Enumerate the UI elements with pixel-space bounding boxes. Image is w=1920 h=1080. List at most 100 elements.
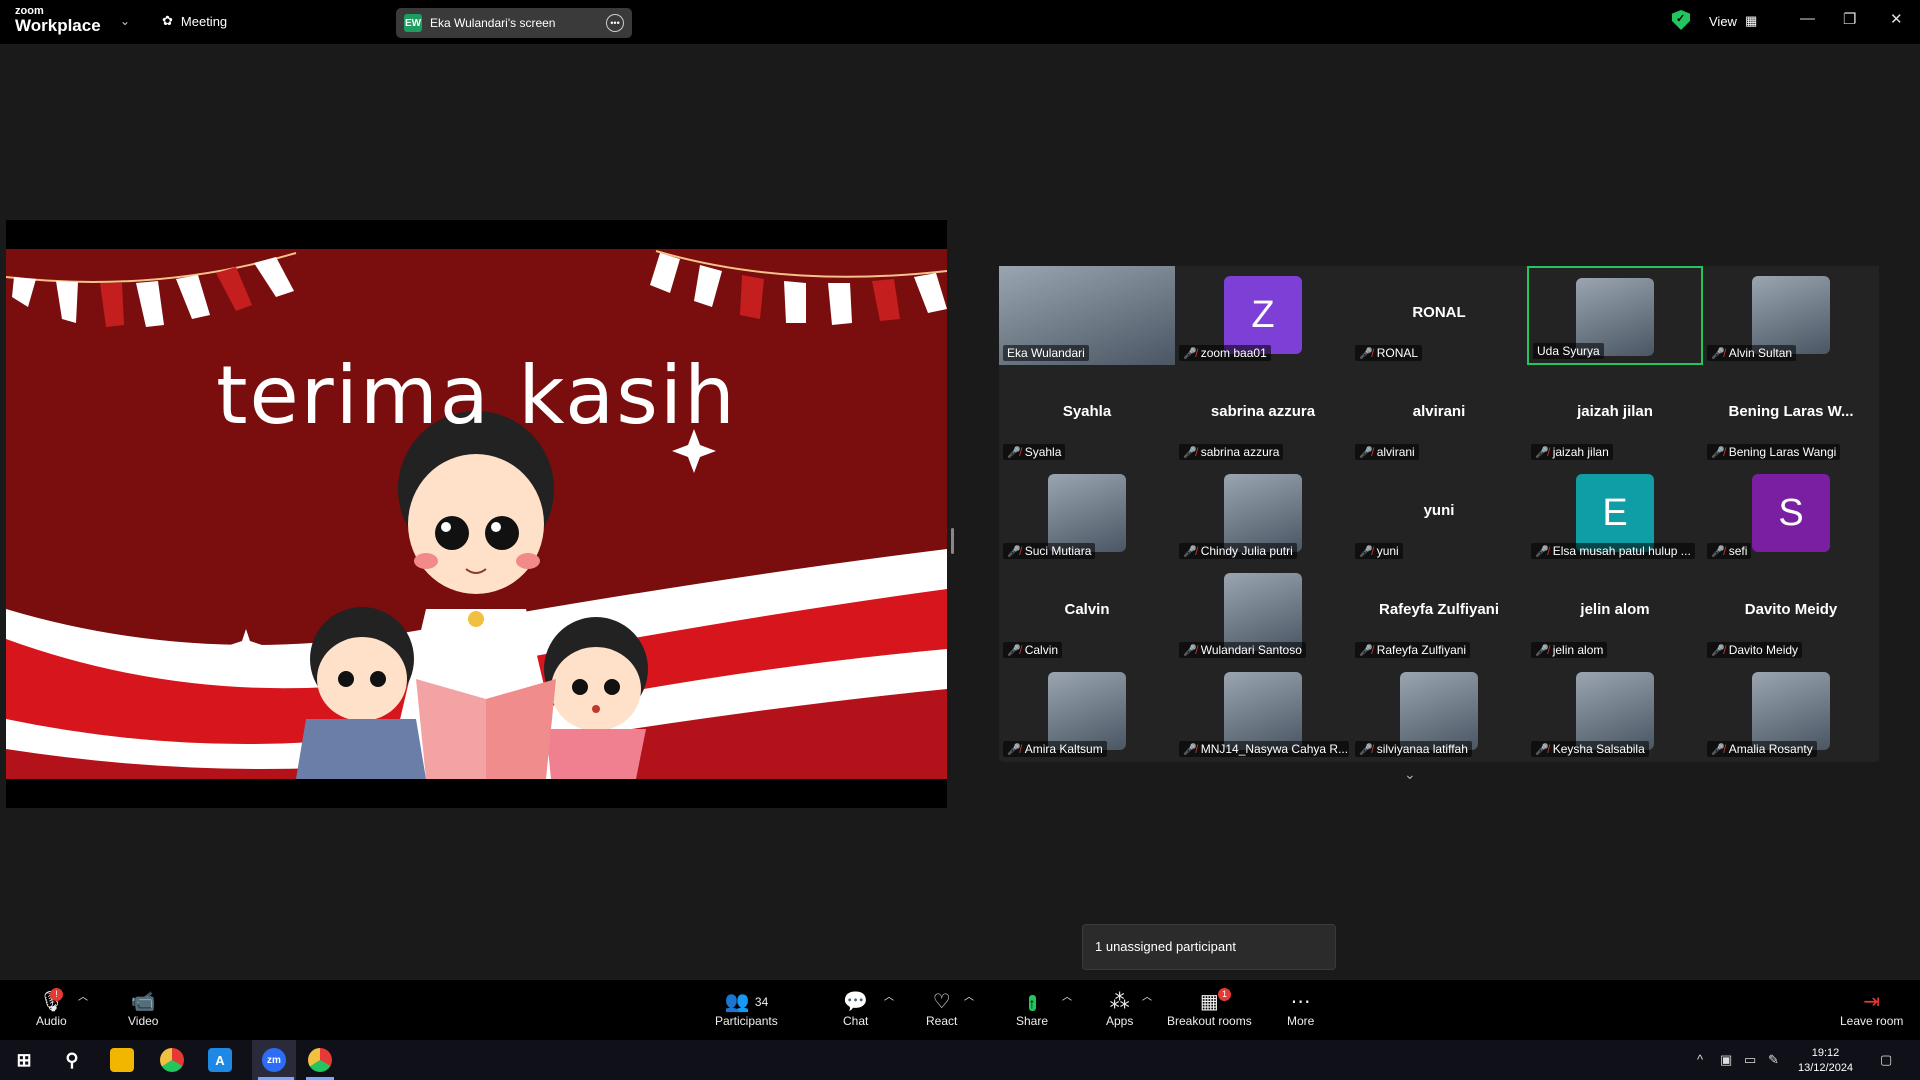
participant-name-label: 🎤̸ silviyanaa latiffah: [1355, 741, 1472, 757]
participant-video: [1224, 474, 1302, 552]
slide-title: terima kasih: [216, 349, 737, 442]
participant-tile[interactable]: yuni 🎤̸ yuni: [1351, 464, 1527, 563]
participant-video: [1048, 672, 1126, 750]
participants-button[interactable]: 👥 34 Participants: [715, 990, 778, 1028]
participant-tile[interactable]: RONAL 🎤̸ RONAL: [1351, 266, 1527, 365]
participant-display-name: sabrina azzura: [1210, 403, 1316, 420]
system-clock[interactable]: 19:12 13/12/2024: [1798, 1046, 1853, 1076]
audio-label: Audio: [36, 1014, 67, 1028]
react-label: React: [926, 1014, 958, 1028]
participant-name-label: 🎤̸ zoom baa01: [1179, 345, 1271, 361]
file-explorer-icon[interactable]: [110, 1048, 134, 1072]
participant-tile[interactable]: 🎤̸ Amalia Rosanty: [1703, 662, 1879, 761]
participant-tile[interactable]: Z 🎤̸ zoom baa01: [1175, 266, 1351, 365]
participant-tile[interactable]: Calvin 🎤̸ Calvin: [999, 563, 1175, 662]
participant-tile[interactable]: Eka Wulandari: [999, 266, 1175, 365]
share-button[interactable]: ↑ Share: [1016, 990, 1048, 1028]
windows-start-icon[interactable]: ⊞: [12, 1048, 36, 1072]
participant-tile[interactable]: jaizah jilan 🎤̸ jaizah jilan: [1527, 365, 1703, 464]
apps-options-caret[interactable]: ︿: [1142, 988, 1152, 1003]
participant-name: jaizah jilan: [1552, 445, 1609, 459]
participant-tile[interactable]: 🎤̸ Amira Kaltsum: [999, 662, 1175, 761]
more-button[interactable]: ⋯ More: [1287, 990, 1314, 1028]
screen-share-indicator[interactable]: EW Eka Wulandari's screen •••: [396, 8, 632, 38]
video-button[interactable]: 📹 Video: [128, 990, 158, 1028]
check-icon: ✓: [1676, 13, 1686, 25]
participant-tile[interactable]: jelin alom 🎤̸ jelin alom: [1527, 563, 1703, 662]
participant-tile[interactable]: Davito Meidy 🎤̸ Davito Meidy: [1703, 563, 1879, 662]
zoom-taskbar-icon[interactable]: zm: [262, 1048, 286, 1072]
more-label: More: [1287, 1014, 1315, 1028]
title-bar: zoom Workplace ⌄ ✿ Meeting EW Eka Wuland…: [0, 0, 1920, 44]
participant-name: Calvin: [1024, 643, 1059, 657]
restore-icon[interactable]: ❐: [1843, 10, 1856, 28]
participant-tile[interactable]: 🎤̸ Chindy Julia putri: [1175, 464, 1351, 563]
pen-icon[interactable]: ✎: [1768, 1052, 1779, 1068]
share-label: Share: [1016, 1014, 1049, 1028]
react-button[interactable]: ♡ React: [926, 990, 957, 1028]
clock-time: 19:12: [1811, 1047, 1840, 1059]
participant-tile[interactable]: 🎤̸ Wulandari Santoso: [1175, 563, 1351, 662]
shared-screen[interactable]: terima kasih: [6, 220, 947, 808]
chat-button[interactable]: 💬 Chat: [843, 990, 868, 1028]
audio-button[interactable]: 🎙 ! Audio: [36, 988, 67, 1028]
mic-muted-icon: 🎤̸: [1359, 545, 1373, 558]
mic-muted-icon: 🎤̸: [1183, 644, 1197, 657]
notifications-icon[interactable]: ▢: [1880, 1052, 1892, 1068]
heart-icon: ♡: [932, 991, 951, 1013]
participant-name-label: 🎤̸ Amira Kaltsum: [1003, 741, 1107, 757]
participant-tile[interactable]: 🎤̸ Alvin Sultan: [1703, 266, 1879, 365]
chat-options-caret[interactable]: ︿: [884, 988, 894, 1003]
participant-tile[interactable]: Rafeyfa Zulfiyani 🎤̸ Rafeyfa Zulfiyani: [1351, 563, 1527, 662]
participant-name: sabrina azzura: [1200, 445, 1280, 459]
meeting-info-button[interactable]: ✿ Meeting: [162, 13, 227, 29]
participant-tile[interactable]: Bening Laras W... 🎤̸ Bening Laras Wangi: [1703, 365, 1879, 464]
tray-overflow-icon[interactable]: ^: [1697, 1052, 1703, 1067]
participant-name: RONAL: [1376, 346, 1419, 360]
audio-options-caret[interactable]: ︿: [78, 988, 88, 1003]
share-screen-icon: ↑: [1028, 995, 1036, 1011]
participant-tile[interactable]: 🎤̸ Keysha Salsabila: [1527, 662, 1703, 761]
chat-icon: 💬: [843, 991, 869, 1013]
audio-alert-badge: !: [50, 988, 63, 1001]
apps-button[interactable]: ⁂ Apps: [1106, 990, 1133, 1028]
chrome-profile-icon[interactable]: [308, 1048, 332, 1072]
breakout-rooms-button[interactable]: ▦ 1 Breakout rooms: [1167, 988, 1252, 1028]
participant-tile[interactable]: Uda Syurya: [1527, 266, 1703, 365]
participant-display-name: Syahla: [1062, 403, 1112, 420]
minimize-icon[interactable]: —: [1800, 10, 1815, 27]
split-resize-handle[interactable]: [951, 528, 954, 554]
app-store-icon[interactable]: A: [208, 1048, 232, 1072]
unassigned-participant-toast[interactable]: 1 unassigned participant: [1082, 924, 1336, 970]
participant-name: sefi: [1728, 544, 1748, 558]
participant-tile[interactable]: 🎤̸ MNJ14_Nasywa Cahya R...: [1175, 662, 1351, 761]
react-options-caret[interactable]: ︿: [964, 988, 974, 1003]
share-options-caret[interactable]: ︿: [1062, 988, 1072, 1003]
breakout-label: Breakout rooms: [1167, 1014, 1252, 1028]
chevron-down-icon[interactable]: ⌄: [120, 14, 130, 28]
participant-tile[interactable]: E 🎤̸ Elsa musah patul hulup ...: [1527, 464, 1703, 563]
search-icon[interactable]: ⚲: [60, 1048, 84, 1072]
breakout-rooms-icon: ▦: [1199, 991, 1219, 1013]
scroll-down-chevron-icon[interactable]: ⌄: [1404, 766, 1416, 783]
participant-tile[interactable]: sabrina azzura 🎤̸ sabrina azzura: [1175, 365, 1351, 464]
view-button[interactable]: View ▦: [1709, 13, 1757, 29]
participant-tile[interactable]: S 🎤̸ sefi: [1703, 464, 1879, 563]
participant-tile[interactable]: alvirani 🎤̸ alvirani: [1351, 365, 1527, 464]
display-icon[interactable]: ▭: [1744, 1052, 1756, 1068]
leave-room-button[interactable]: ⇥ Leave room: [1840, 990, 1903, 1028]
participant-name: Syahla: [1024, 445, 1062, 459]
participant-tile[interactable]: 🎤̸ Suci Mutiara: [999, 464, 1175, 563]
participant-tile[interactable]: Syahla 🎤̸ Syahla: [999, 365, 1175, 464]
more-options-icon[interactable]: •••: [606, 14, 624, 32]
participant-video: [1400, 672, 1478, 750]
participant-tile[interactable]: 🎤̸ silviyanaa latiffah: [1351, 662, 1527, 761]
network-icon[interactable]: ▣: [1720, 1052, 1732, 1068]
participant-display-name: alvirani: [1412, 403, 1466, 420]
participant-name-label: 🎤̸ Amalia Rosanty: [1707, 741, 1817, 757]
windows-taskbar: ⊞ ⚲ A zm ^ ▣ ▭ ✎ 19:12 13/12/2024 ▢: [0, 1040, 1920, 1080]
participant-name-label: 🎤̸ Calvin: [1003, 642, 1063, 658]
close-icon[interactable]: ✕: [1890, 10, 1903, 28]
chrome-icon[interactable]: [160, 1048, 184, 1072]
participant-name-label: 🎤̸ Elsa musah patul hulup ...: [1531, 543, 1695, 559]
